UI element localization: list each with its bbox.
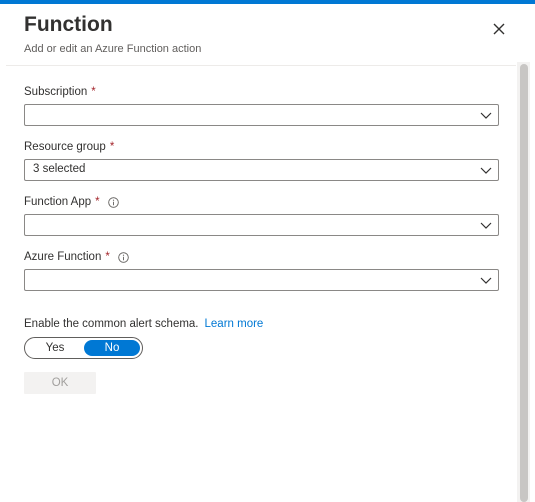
common-alert-schema-label: Enable the common alert schema. bbox=[24, 318, 199, 330]
panel-title: Function bbox=[24, 13, 113, 36]
required-mark: * bbox=[109, 141, 115, 153]
resource-group-label-text: Resource group bbox=[24, 141, 106, 153]
panel-subtitle: Add or edit an Azure Function action bbox=[24, 43, 202, 55]
chevron-down-icon bbox=[480, 112, 492, 119]
ok-button[interactable]: OK bbox=[24, 372, 96, 394]
required-mark: * bbox=[91, 86, 96, 98]
info-icon[interactable] bbox=[118, 251, 129, 263]
resource-group-label: Resource group * bbox=[24, 141, 114, 153]
function-app-label: Function App * bbox=[24, 196, 119, 208]
function-app-label-text: Function App bbox=[24, 196, 92, 208]
info-icon[interactable] bbox=[107, 196, 119, 208]
function-app-dropdown[interactable] bbox=[24, 214, 499, 236]
header-divider bbox=[6, 65, 516, 66]
toggle-option-yes[interactable]: Yes bbox=[28, 340, 82, 356]
subscription-label: Subscription * bbox=[24, 86, 96, 98]
scrollbar-thumb[interactable] bbox=[520, 64, 528, 502]
common-alert-schema-toggle[interactable]: Yes No bbox=[24, 337, 143, 359]
required-mark: * bbox=[105, 251, 110, 263]
azure-function-dropdown[interactable] bbox=[24, 269, 499, 291]
chevron-down-icon bbox=[480, 222, 492, 229]
azure-function-label-text: Azure Function bbox=[24, 251, 102, 263]
required-mark: * bbox=[95, 196, 100, 208]
chevron-down-icon bbox=[480, 167, 492, 174]
learn-more-link[interactable]: Learn more bbox=[205, 318, 264, 330]
chevron-down-icon bbox=[480, 277, 492, 284]
toggle-option-no[interactable]: No bbox=[84, 340, 140, 356]
resource-group-dropdown[interactable]: 3 selected bbox=[24, 159, 499, 181]
subscription-dropdown[interactable] bbox=[24, 104, 499, 126]
azure-function-label: Azure Function * bbox=[24, 251, 129, 263]
common-alert-schema-row: Enable the common alert schema. Learn mo… bbox=[24, 318, 263, 330]
resource-group-value: 3 selected bbox=[33, 163, 86, 175]
function-panel: Function Add or edit an Azure Function a… bbox=[0, 4, 535, 502]
close-button[interactable] bbox=[490, 20, 508, 38]
subscription-label-text: Subscription bbox=[24, 86, 88, 98]
close-icon bbox=[493, 23, 505, 35]
